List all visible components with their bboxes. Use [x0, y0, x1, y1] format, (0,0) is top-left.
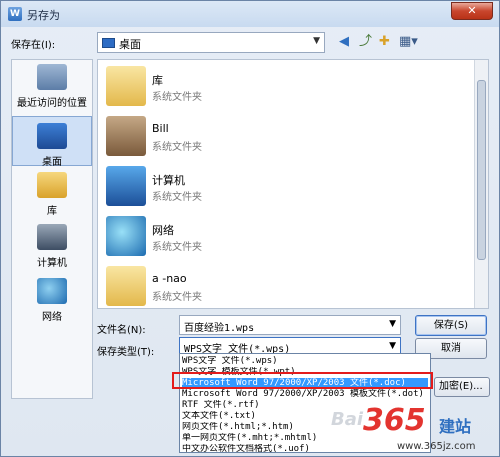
folder-icon: [106, 266, 146, 306]
file-type: 系统文件夹: [152, 292, 202, 303]
list-item[interactable]: a -nao 系统文件夹: [104, 264, 464, 312]
view-menu-icon[interactable]: ▦▾: [399, 33, 418, 51]
chevron-down-icon[interactable]: ▼: [389, 341, 396, 351]
filename-label: 文件名(N):: [97, 325, 146, 336]
title-bar[interactable]: W 另存为 ✕: [1, 1, 499, 27]
list-item[interactable]: 库 系统文件夹: [104, 64, 464, 112]
sidebar-item-label: 最近访问的位置: [17, 98, 87, 109]
file-type: 系统文件夹: [152, 192, 202, 203]
back-icon[interactable]: ◀: [339, 33, 349, 51]
watermark-baidu: Bai: [331, 409, 364, 430]
library-folder-icon: [106, 66, 146, 106]
filename-input[interactable]: 百度经验1.wps ▼: [179, 315, 401, 335]
sidebar-item-computer[interactable]: 计算机: [12, 224, 92, 274]
watermark-365: 365: [363, 403, 426, 438]
filetype-option[interactable]: 中文办公软件文档格式(*.uof): [182, 444, 428, 452]
encrypt-button[interactable]: 加密(E)...: [434, 377, 490, 397]
list-item[interactable]: 网络 系统文件夹: [104, 214, 464, 262]
sidebar-item-label: 网络: [42, 312, 62, 323]
file-name: 网络: [152, 224, 174, 237]
file-type: 系统文件夹: [152, 242, 202, 253]
desktop-icon: [37, 123, 67, 149]
computer-icon: [37, 224, 67, 250]
sidebar-item-network[interactable]: 网络: [12, 278, 92, 328]
file-name: 库: [152, 74, 163, 87]
filetype-label: 保存类型(T):: [97, 347, 155, 358]
filetype-option[interactable]: WPS文字 文件(*.wps): [182, 356, 428, 367]
new-folder-icon[interactable]: ✚: [379, 33, 390, 51]
location-combobox[interactable]: 桌面 ▼: [97, 32, 325, 53]
library-icon: [37, 172, 67, 198]
desktop-icon: [102, 38, 115, 48]
file-name: a -nao: [152, 272, 187, 285]
watermark-url: www.365jz.com: [397, 441, 476, 452]
file-list: 库 系统文件夹 Bill 系统文件夹 计算机 系统文件夹 网络 系统文件夹 a …: [97, 59, 489, 309]
highlight-annotation-box: [172, 372, 433, 389]
scrollbar-thumb[interactable]: [477, 80, 486, 260]
up-folder-icon[interactable]: ⤴: [359, 33, 372, 51]
list-item[interactable]: 计算机 系统文件夹: [104, 164, 464, 212]
file-type: 系统文件夹: [152, 142, 202, 153]
network-icon: [106, 216, 146, 256]
location-value: 桌面: [119, 38, 141, 51]
filetype-option[interactable]: Microsoft Word 97/2000/XP/2003 模板文件(*.do…: [182, 389, 428, 400]
list-item[interactable]: Bill 系统文件夹: [104, 114, 464, 162]
sidebar-item-label: 计算机: [37, 258, 67, 269]
close-button[interactable]: ✕: [451, 2, 493, 20]
window-title: 另存为: [27, 9, 60, 22]
computer-icon: [106, 166, 146, 206]
file-type: 系统文件夹: [152, 92, 202, 103]
vertical-scrollbar[interactable]: [474, 60, 488, 308]
file-name: 计算机: [152, 174, 185, 187]
user-folder-icon: [106, 116, 146, 156]
recent-places-icon: [37, 64, 67, 90]
location-label: 保存在(I):: [11, 40, 56, 51]
wps-app-icon: W: [8, 7, 22, 21]
save-button[interactable]: 保存(S): [415, 315, 487, 336]
sidebar-item-label: 库: [47, 206, 57, 217]
save-as-dialog: W 另存为 ✕ 保存在(I): 桌面 ▼ ◀ ⤴ ✚ ▦▾ 最近访问的位置 桌面…: [0, 0, 500, 457]
sidebar-item-desktop[interactable]: 桌面: [12, 116, 92, 168]
chevron-down-icon[interactable]: ▼: [389, 319, 396, 329]
places-sidebar: 最近访问的位置 桌面 库 计算机 网络: [11, 59, 93, 399]
network-icon: [37, 278, 67, 304]
chevron-down-icon: ▼: [313, 36, 320, 46]
sidebar-item-recent[interactable]: 最近访问的位置: [12, 64, 92, 114]
sidebar-item-library[interactable]: 库: [12, 172, 92, 220]
sidebar-item-label: 桌面: [42, 157, 62, 168]
filename-value: 百度经验1.wps: [184, 323, 255, 334]
file-name: Bill: [152, 122, 169, 135]
watermark-jianzhan: 建站: [439, 417, 472, 436]
